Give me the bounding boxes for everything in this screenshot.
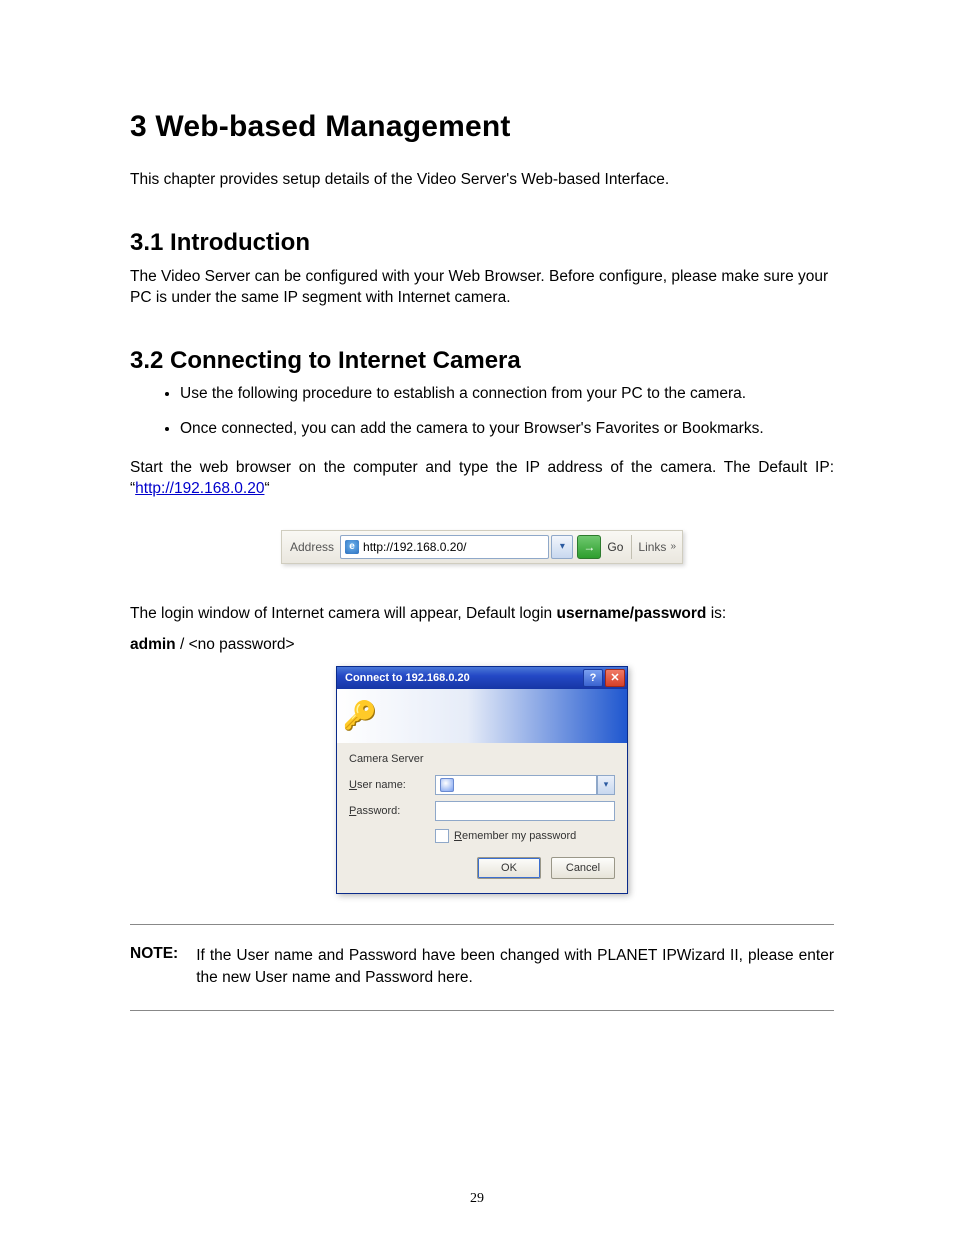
dialog-titlebar: Connect to 192.168.0.20 ? ✕ — [337, 667, 627, 689]
divider-bottom — [130, 1010, 834, 1011]
paragraph-credentials: admin / <no password> — [130, 635, 834, 656]
dialog-banner: 🔑 — [337, 689, 627, 743]
paragraph-start-browser: Start the web browser on the computer an… — [130, 458, 834, 500]
password-field[interactable] — [435, 801, 615, 821]
login-dialog-figure: Connect to 192.168.0.20 ? ✕ 🔑 Camera Ser… — [130, 666, 834, 894]
password-label: Password: — [349, 805, 435, 817]
ok-button[interactable]: OK — [477, 857, 541, 879]
address-input[interactable]: e http://192.168.0.20/ — [340, 535, 549, 559]
login-text-post: is: — [706, 605, 726, 622]
person-icon — [440, 778, 454, 792]
bullet-2: Once connected, you can add the camera t… — [180, 418, 834, 440]
cred-admin: admin — [130, 636, 176, 653]
address-label: Address — [282, 540, 340, 554]
login-dialog: Connect to 192.168.0.20 ? ✕ 🔑 Camera Ser… — [336, 666, 628, 894]
address-bar: Address e http://192.168.0.20/ ▾ → Go Li… — [281, 530, 683, 564]
remember-checkbox[interactable] — [435, 829, 449, 843]
text-start-post: “ — [264, 480, 269, 497]
remember-row: Remember my password — [435, 829, 615, 843]
dialog-body: Camera Server User name: ▾ Password: Rem… — [337, 743, 627, 893]
username-dropdown-button[interactable]: ▾ — [597, 775, 615, 795]
paragraph-login-intro: The login window of Internet camera will… — [130, 604, 834, 625]
links-label[interactable]: Links — [634, 540, 670, 554]
login-text-bold: username/password — [557, 605, 707, 622]
heading-3-1: 3.1 Introduction — [130, 229, 834, 257]
chevron-down-icon: ▾ — [560, 541, 565, 552]
password-row: Password: — [349, 801, 615, 821]
note-text: If the User name and Password have been … — [196, 945, 834, 990]
address-dropdown-button[interactable]: ▾ — [551, 535, 573, 559]
username-row: User name: ▾ — [349, 775, 615, 795]
heading-3-2: 3.2 Connecting to Internet Camera — [130, 347, 834, 375]
cred-sep: / <no password> — [176, 636, 295, 653]
close-icon: ✕ — [610, 671, 619, 684]
help-icon: ? — [590, 672, 597, 684]
keys-icon: 🔑 — [345, 701, 375, 731]
toolbar-divider — [631, 535, 632, 559]
go-button[interactable]: → — [577, 535, 601, 559]
go-label: Go — [601, 540, 629, 554]
note-label: NOTE: — [130, 945, 178, 990]
note-block: NOTE: If the User name and Password have… — [130, 945, 834, 990]
dialog-buttons: OK Cancel — [349, 857, 615, 879]
default-ip-link[interactable]: http://192.168.0.20 — [135, 480, 264, 497]
server-name: Camera Server — [349, 753, 615, 765]
cancel-button[interactable]: Cancel — [551, 857, 615, 879]
arrow-right-icon: → — [583, 540, 595, 554]
document-page: 3 Web-based Management This chapter prov… — [0, 0, 954, 1235]
paragraph-intro: This chapter provides setup details of t… — [130, 170, 834, 191]
bullet-1: Use the following procedure to establish… — [180, 383, 834, 405]
bullet-list: Use the following procedure to establish… — [130, 383, 834, 440]
address-url-text: http://192.168.0.20/ — [363, 540, 466, 554]
close-button[interactable]: ✕ — [605, 669, 625, 687]
chevron-down-icon: ▾ — [604, 779, 609, 790]
dialog-title: Connect to 192.168.0.20 — [345, 672, 581, 684]
chevron-right-icon: » — [670, 541, 682, 552]
username-field[interactable] — [435, 775, 597, 795]
username-label: User name: — [349, 779, 435, 791]
paragraph-3-1: The Video Server can be configured with … — [130, 267, 834, 309]
divider-top — [130, 924, 834, 925]
address-bar-figure: Address e http://192.168.0.20/ ▾ → Go Li… — [130, 530, 834, 564]
login-text-pre: The login window of Internet camera will… — [130, 605, 557, 622]
ie-icon: e — [345, 540, 359, 554]
heading-chapter: 3 Web-based Management — [130, 110, 834, 144]
help-button[interactable]: ? — [583, 669, 603, 687]
remember-label: Remember my password — [454, 830, 576, 842]
page-number: 29 — [0, 1191, 954, 1207]
